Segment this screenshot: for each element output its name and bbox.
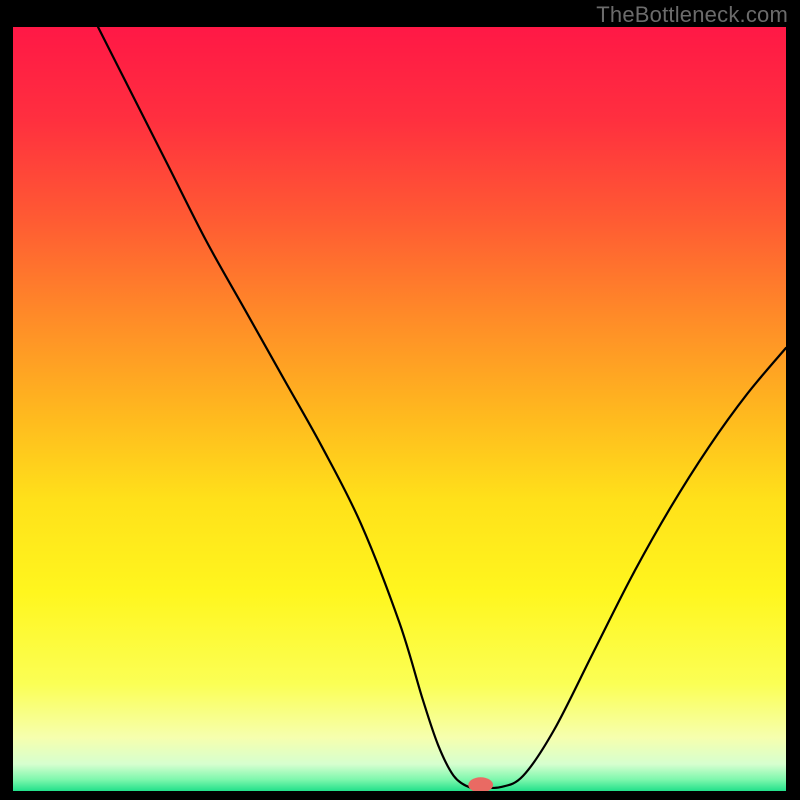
- chart-svg: [13, 27, 786, 791]
- chart-frame: [10, 24, 789, 794]
- plot-area: [13, 27, 786, 791]
- gradient-background: [13, 27, 786, 791]
